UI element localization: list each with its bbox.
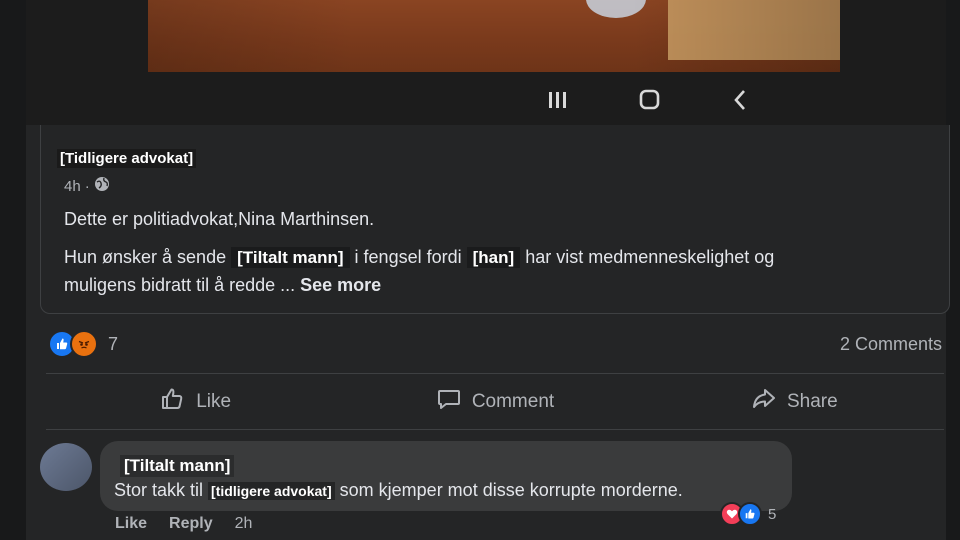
globe-icon bbox=[94, 176, 110, 196]
post-text-segment: har vist medmenneskelighet og bbox=[525, 247, 775, 267]
comment-time[interactable]: 2h bbox=[235, 515, 253, 533]
home-icon bbox=[636, 88, 664, 112]
photo-shade bbox=[148, 0, 840, 72]
comment-text-segment: som kjemper mot disse korrupte morderne. bbox=[339, 480, 683, 500]
android-nav-bar bbox=[26, 80, 946, 120]
post-text-line-3: muligens bidratt til å redde ... See mor… bbox=[64, 275, 381, 296]
comment-reaction-count: 5 bbox=[768, 505, 777, 523]
reaction-count: 7 bbox=[108, 333, 119, 354]
like-reaction-icon bbox=[738, 502, 762, 526]
see-more-link[interactable]: See more bbox=[300, 275, 381, 295]
meta-separator: · bbox=[84, 177, 90, 195]
post-time[interactable]: 4h bbox=[64, 178, 81, 195]
post-text-segment: i fengsel fordi bbox=[354, 247, 462, 267]
post-text-segment: Hun ønsker å sende bbox=[64, 247, 227, 267]
share-button[interactable]: Share bbox=[645, 378, 944, 426]
comment-bubble: [Tiltalt mann] Stor takk til [tidligere … bbox=[100, 441, 792, 511]
comment-actions: Like Reply 2h bbox=[115, 515, 252, 533]
comment-text-segment: Stor takk til bbox=[114, 480, 204, 500]
post-text-line-1: Dette er politiadvokat,Nina Marthinsen. bbox=[64, 209, 375, 229]
comment-label: Comment bbox=[471, 391, 555, 412]
comment-reactions[interactable]: 5 bbox=[720, 502, 776, 526]
redacted-name-tag: [tidligere advokat] bbox=[208, 482, 335, 500]
like-label: Like bbox=[196, 391, 232, 412]
comment-text: Stor takk til [tidligere advokat] som kj… bbox=[114, 480, 683, 501]
comment-like-link[interactable]: Like bbox=[115, 515, 147, 533]
back-icon bbox=[728, 88, 756, 112]
comment-icon bbox=[436, 387, 462, 417]
post-actions-bar: Like Comment Share bbox=[46, 378, 944, 426]
like-icon bbox=[160, 387, 186, 417]
like-button[interactable]: Like bbox=[46, 378, 345, 426]
reactions-summary[interactable]: 7 bbox=[48, 330, 118, 358]
angry-reaction-icon bbox=[70, 330, 98, 358]
recents-icon bbox=[544, 88, 572, 112]
shared-screenshot[interactable] bbox=[26, 0, 946, 125]
divider bbox=[46, 429, 944, 430]
post-text-segment: muligens bidratt til å redde ... bbox=[64, 275, 296, 295]
redacted-name-tag: [Tiltalt mann] bbox=[231, 247, 350, 268]
comment-reply-link[interactable]: Reply bbox=[169, 515, 213, 533]
commenter-avatar[interactable] bbox=[40, 443, 92, 491]
shared-post-card[interactable]: [Tidligere advokat] 4h · Dette er politi… bbox=[40, 125, 950, 314]
comments-count-link[interactable]: 2 Comments bbox=[840, 334, 942, 355]
left-margin bbox=[0, 0, 26, 540]
post-text-line-2: Hun ønsker å sende [Tiltalt mann] i feng… bbox=[64, 247, 774, 268]
feed-column: [Tidligere advokat] 4h · Dette er politi… bbox=[26, 0, 950, 540]
share-label: Share bbox=[786, 391, 838, 412]
comment-author[interactable]: [Tiltalt mann] bbox=[120, 455, 235, 477]
divider bbox=[46, 373, 944, 374]
share-icon bbox=[751, 387, 777, 417]
post-photo[interactable] bbox=[148, 0, 840, 72]
post-meta: 4h · bbox=[64, 176, 110, 196]
comment-button[interactable]: Comment bbox=[345, 378, 644, 426]
post-author[interactable]: [Tidligere advokat] bbox=[57, 149, 197, 168]
redacted-pronoun-tag: [han] bbox=[466, 247, 521, 268]
